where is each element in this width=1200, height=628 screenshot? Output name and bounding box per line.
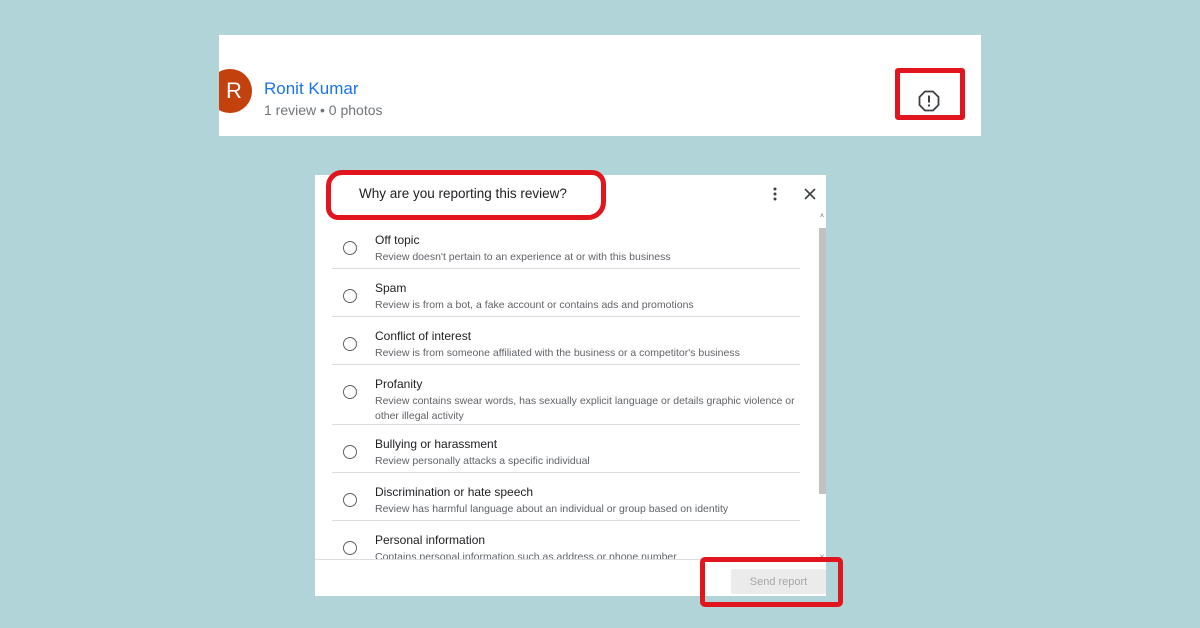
radio-button[interactable] (343, 289, 357, 303)
reason-option-off-topic[interactable]: Off topic Review doesn't pertain to an e… (332, 221, 800, 269)
option-description: Review contains swear words, has sexuall… (375, 395, 795, 422)
option-title: Personal information (375, 533, 486, 547)
reason-option-personal-information[interactable]: Personal information Contains personal i… (332, 521, 800, 559)
send-report-button[interactable]: Send report (731, 569, 826, 594)
more-vert-icon (773, 187, 777, 201)
avatar[interactable]: R (219, 69, 252, 113)
reason-option-conflict-of-interest[interactable]: Conflict of interest Review is from some… (332, 317, 800, 365)
option-description: Review is from a bot, a fake account or … (375, 299, 694, 311)
radio-button[interactable] (343, 385, 357, 399)
scroll-thumb[interactable] (819, 228, 826, 494)
option-title: Profanity (375, 377, 423, 391)
report-review-button[interactable] (914, 86, 944, 116)
radio-button[interactable] (343, 241, 357, 255)
reason-option-bullying[interactable]: Bullying or harassment Review personally… (332, 425, 800, 473)
radio-button[interactable] (343, 541, 357, 555)
radio-button[interactable] (343, 493, 357, 507)
option-title: Bullying or harassment (375, 437, 498, 451)
radio-button[interactable] (343, 445, 357, 459)
dialog-title: Why are you reporting this review? (359, 186, 567, 201)
option-description: Review doesn't pertain to an experience … (375, 251, 671, 263)
option-description: Review personally attacks a specific ind… (375, 455, 590, 467)
option-description: Contains personal information such as ad… (375, 551, 677, 559)
reason-option-profanity[interactable]: Profanity Review contains swear words, h… (332, 365, 800, 425)
option-title: Conflict of interest (375, 329, 472, 343)
reason-option-spam[interactable]: Spam Review is from a bot, a fake accoun… (332, 269, 800, 317)
reviewer-name[interactable]: Ronit Kumar (264, 79, 358, 99)
close-icon (804, 188, 816, 200)
reviewer-card: R Ronit Kumar 1 review • 0 photos (219, 35, 981, 136)
scrollbar[interactable]: ˄ ˅ (818, 213, 826, 561)
report-reasons-list: Off topic Review doesn't pertain to an e… (332, 221, 800, 559)
reason-option-discrimination[interactable]: Discrimination or hate speech Review has… (332, 473, 800, 521)
option-title: Off topic (375, 233, 420, 247)
option-title: Discrimination or hate speech (375, 485, 534, 499)
scroll-up-arrow-icon[interactable]: ˄ (818, 213, 826, 220)
reviewer-meta: 1 review • 0 photos (264, 102, 383, 118)
option-description: Review is from someone affiliated with t… (375, 347, 740, 359)
dialog-footer: Send report (315, 559, 826, 596)
option-description: Review has harmful language about an ind… (375, 503, 729, 515)
option-title: Spam (375, 281, 407, 295)
close-button[interactable] (800, 184, 820, 204)
more-options-button[interactable] (767, 184, 783, 204)
radio-button[interactable] (343, 337, 357, 351)
report-dialog: Why are you reporting this review? Off t… (315, 175, 826, 596)
report-flag-icon (918, 90, 940, 112)
